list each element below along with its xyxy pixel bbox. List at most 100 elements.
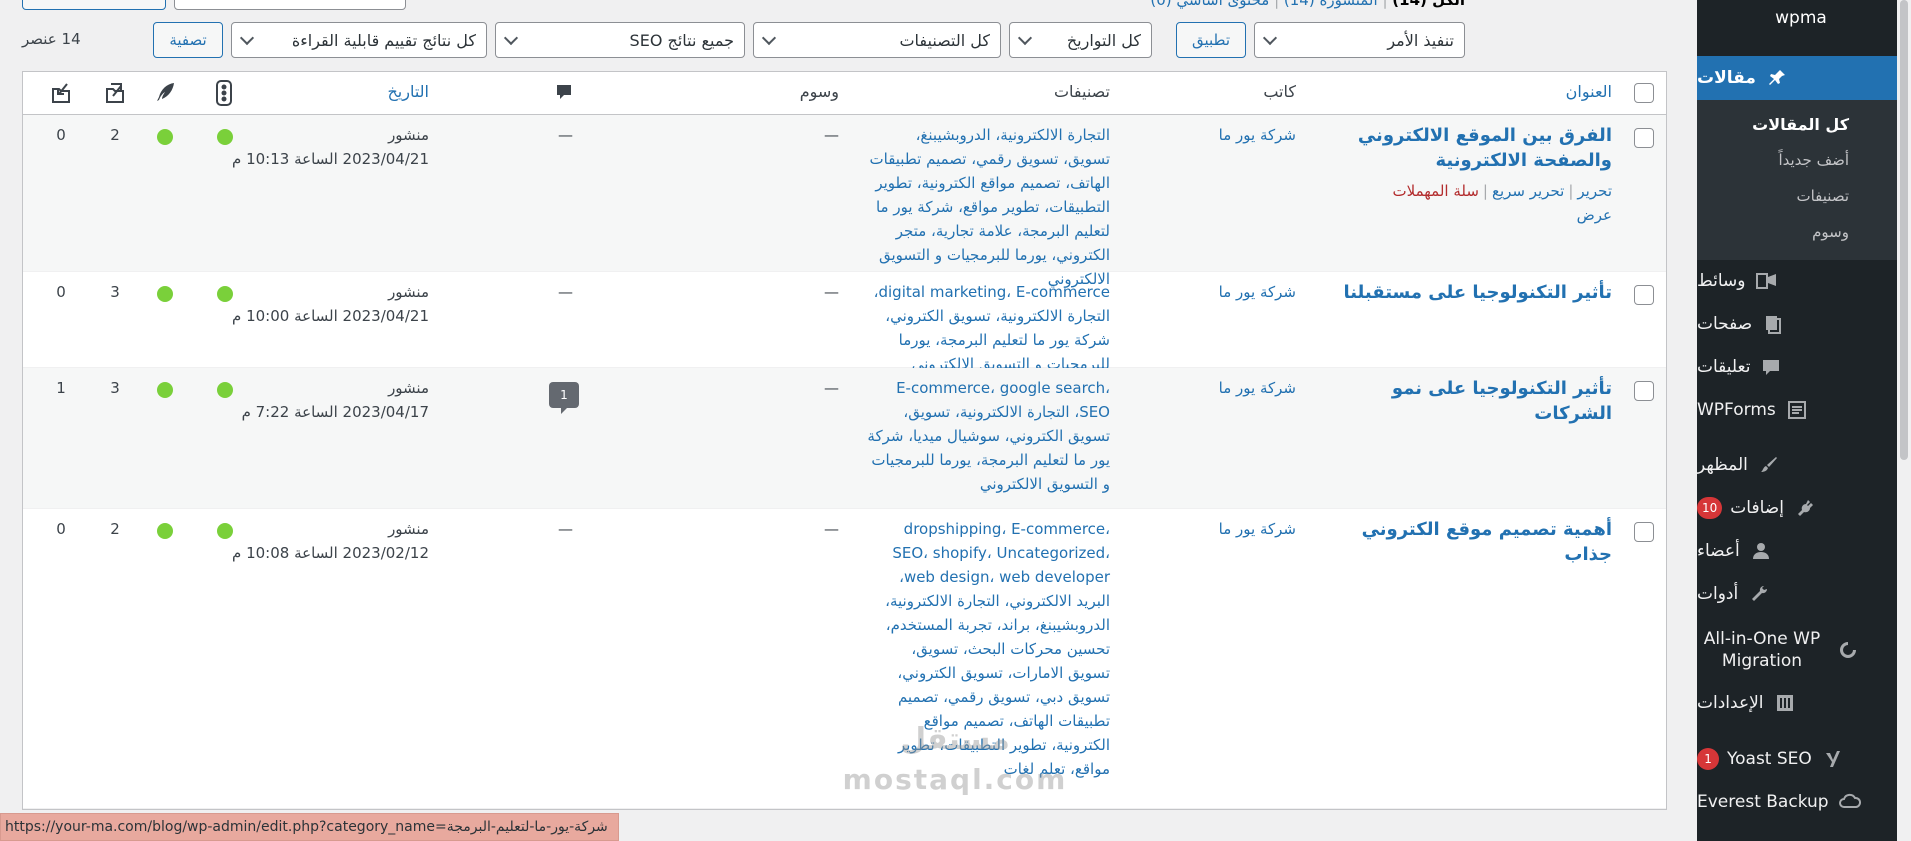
row-checkbox[interactable] xyxy=(1634,522,1654,542)
date-filter-select[interactable]: كل التواريخ xyxy=(1009,22,1152,58)
post-title-link[interactable]: الفرق بين الموقع الالكتروني والصفحة الال… xyxy=(1342,123,1612,173)
sidebar-item-comments[interactable]: تعليقات xyxy=(1697,345,1897,389)
main-content: الكل (14) | المنشورة (14) | محتوى أساسي … xyxy=(0,0,1697,841)
trash-link[interactable]: سلة المهملات xyxy=(1393,182,1479,200)
submenu-categories[interactable]: تصنيفات xyxy=(1697,187,1897,205)
edit-link[interactable]: تحرير xyxy=(1577,182,1612,200)
post-title-link[interactable]: أهمية تصميم موقع الكتروني جذاب xyxy=(1342,517,1612,567)
pin-icon xyxy=(1764,65,1790,91)
submenu-add-new[interactable]: أضف جديداً xyxy=(1697,151,1897,169)
readability-filter-select[interactable]: كل نتائج تقييم قابلية القراءة xyxy=(231,22,487,58)
incoming-links-icon xyxy=(52,83,70,103)
post-datetime: 2023/04/21 الساعة 10:13 م xyxy=(232,150,429,168)
author-link[interactable]: شركة يور ما xyxy=(1219,517,1296,541)
categories-list[interactable]: E-commerce، google search، SEO، التجارة … xyxy=(865,376,1110,496)
post-status: منشور xyxy=(388,126,429,144)
category-filter-select[interactable]: كل التصنيفات xyxy=(753,22,1001,58)
categories-list[interactable]: التجارة الالكترونية، الدروبشيبنغ، تسويق،… xyxy=(865,123,1111,291)
post-date: منشور 2023/02/12 الساعة 10:08 م xyxy=(169,517,429,565)
row-checkbox[interactable] xyxy=(1634,285,1654,305)
author-link[interactable]: شركة يور ما xyxy=(1219,123,1296,147)
quick-edit-link[interactable]: تحرير سريع xyxy=(1492,182,1564,200)
categories-list[interactable]: digital marketing، E-commerce، التجارة ا… xyxy=(865,280,1110,376)
post-datetime: 2023/04/21 الساعة 10:00 م xyxy=(232,307,429,325)
readability-score-dot xyxy=(157,523,173,539)
view-cornerstone-link[interactable]: محتوى أساسي (0) xyxy=(1150,0,1269,9)
select-all-checkbox[interactable] xyxy=(1634,83,1654,103)
comments-empty: — xyxy=(558,520,573,538)
seo-score-dot xyxy=(217,382,233,398)
column-date[interactable]: التاريخ xyxy=(387,82,429,101)
view-published-link[interactable]: المنشورة (14) xyxy=(1284,0,1378,9)
sidebar-scrollbar[interactable] xyxy=(1897,0,1911,841)
seo-score-dot xyxy=(217,129,233,145)
browser-status-url: https://your-ma.com/blog/wp-admin/edit.p… xyxy=(0,813,619,841)
post-title-link[interactable]: تأثير التكنولوجيا على مستقبلنا xyxy=(1342,280,1612,305)
backup-icon xyxy=(1837,789,1863,815)
column-title[interactable]: العنوان xyxy=(1566,82,1612,101)
sidebar-item-all-in-one-migration[interactable]: All-in-One WP Migration xyxy=(1697,618,1897,682)
admin-sidebar: wpma مقالات كل المقالات أضف جديداً تصنيف… xyxy=(1687,0,1911,841)
post-date: منشور 2023/04/17 الساعة 7:22 م xyxy=(169,376,429,424)
chevron-down-icon xyxy=(761,30,777,46)
apply-button[interactable]: تطبيق xyxy=(1176,22,1246,58)
column-outgoing-links[interactable] xyxy=(103,81,127,109)
sidebar-item-everest-backup[interactable]: Everest Backup xyxy=(1697,780,1897,824)
quill-icon xyxy=(157,83,174,101)
post-datetime: 2023/02/12 الساعة 10:08 م xyxy=(232,544,429,562)
comment-count-bubble[interactable]: 1 xyxy=(549,382,579,414)
sidebar-item-settings[interactable]: الإعدادات xyxy=(1697,681,1897,725)
incoming-links-count: 0 xyxy=(56,520,66,538)
sidebar-item-tools[interactable]: أدوات xyxy=(1697,572,1897,616)
incoming-links-count: 1 xyxy=(56,379,66,397)
sidebar-item-posts[interactable]: مقالات xyxy=(1687,56,1897,100)
migration-icon xyxy=(1835,637,1861,663)
column-comments[interactable] xyxy=(555,83,573,105)
traffic-light-icon xyxy=(216,80,232,106)
view-link[interactable]: عرض xyxy=(1577,206,1612,224)
column-readability[interactable] xyxy=(155,81,177,107)
bulk-actions-bar: تنفيذ الأمر تطبيق xyxy=(1176,22,1465,58)
sidebar-item-appearance[interactable]: المظهر xyxy=(1697,443,1897,487)
tags-empty: — xyxy=(824,126,839,144)
yoast-icon xyxy=(1820,746,1846,772)
media-icon xyxy=(1754,268,1780,294)
post-date: منشور 2023/04/21 الساعة 10:00 م xyxy=(169,280,429,328)
seo-filter-select[interactable]: جميع نتائج SEO xyxy=(495,22,745,58)
column-categories: تصنيفات xyxy=(1053,82,1110,101)
submenu-tags[interactable]: وسوم xyxy=(1697,223,1897,241)
sidebar-item-pages[interactable]: صفحات xyxy=(1697,302,1897,346)
author-link[interactable]: شركة يور ما xyxy=(1219,376,1296,400)
column-author: كاتب xyxy=(1263,82,1296,101)
comments-icon xyxy=(1758,354,1784,380)
sidebar-item-wpforms[interactable]: WPForms xyxy=(1697,388,1897,432)
search-button[interactable] xyxy=(22,0,166,10)
outgoing-links-icon xyxy=(106,83,124,103)
column-seo-score[interactable] xyxy=(215,80,233,110)
view-all-link[interactable]: الكل (14) xyxy=(1392,0,1465,9)
comment-icon xyxy=(557,85,571,99)
sidebar-item-media[interactable]: وسائط xyxy=(1697,259,1897,303)
sidebar-item-users[interactable]: أعضاء xyxy=(1697,529,1897,573)
tools-icon xyxy=(1746,581,1772,607)
readability-score-dot xyxy=(157,129,173,145)
author-link[interactable]: شركة يور ما xyxy=(1219,280,1296,304)
bulk-action-select[interactable]: تنفيذ الأمر xyxy=(1254,22,1465,58)
post-title-link[interactable]: تأثير التكنولوجيا على نمو الشركات xyxy=(1342,376,1612,426)
outgoing-links-count: 3 xyxy=(110,379,120,397)
sidebar-item-plugins[interactable]: إضافات 10 xyxy=(1697,486,1897,530)
column-incoming-links[interactable] xyxy=(49,81,73,109)
incoming-links-count: 0 xyxy=(56,126,66,144)
row-checkbox[interactable] xyxy=(1634,381,1654,401)
table-header: العنوان كاتب تصنيفات وسوم التاريخ xyxy=(23,72,1666,115)
row-checkbox[interactable] xyxy=(1634,128,1654,148)
appearance-icon xyxy=(1756,452,1782,478)
search-input[interactable] xyxy=(174,0,406,10)
outgoing-links-count: 2 xyxy=(110,126,120,144)
posts-table: العنوان كاتب تصنيفات وسوم التاريخ الفرق … xyxy=(22,71,1667,810)
sidebar-item-yoast-seo[interactable]: Yoast SEO 1 xyxy=(1697,737,1897,781)
submenu-all-posts[interactable]: كل المقالات xyxy=(1697,115,1897,134)
site-name[interactable]: wpma xyxy=(1731,8,1871,28)
filter-button[interactable]: تصفية xyxy=(153,22,223,58)
post-status: منشور xyxy=(388,379,429,397)
